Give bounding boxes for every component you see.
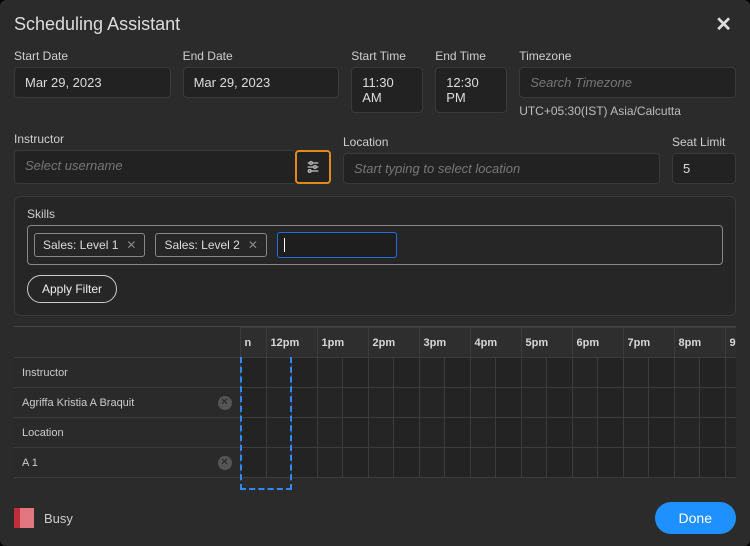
- close-icon[interactable]: ✕: [711, 15, 736, 35]
- grid-row-header: Instructor: [14, 358, 240, 388]
- start-time-label: Start Time: [351, 49, 423, 63]
- legend-busy: Busy: [14, 508, 73, 528]
- scheduling-assistant-modal: Scheduling Assistant ✕ Start Date Mar 29…: [0, 0, 750, 546]
- skill-chip-input[interactable]: [277, 232, 397, 258]
- availability-grid[interactable]: n12pm1pm2pm3pm4pm5pm6pm7pm8pm9pmInstruct…: [14, 326, 736, 490]
- apply-filter-button[interactable]: Apply Filter: [27, 275, 117, 303]
- start-time-input[interactable]: 11:30 AM: [351, 67, 423, 113]
- done-button[interactable]: Done: [655, 502, 736, 534]
- location-label: Location: [343, 135, 660, 149]
- seat-limit-label: Seat Limit: [672, 135, 736, 149]
- start-date-input[interactable]: Mar 29, 2023: [14, 67, 171, 98]
- grid-row-header: A 1✕: [14, 448, 240, 478]
- seat-limit-input[interactable]: 5: [672, 153, 736, 184]
- chip-remove-icon[interactable]: ✕: [126, 238, 136, 252]
- end-time-input[interactable]: 12:30 PM: [435, 67, 507, 113]
- chip-remove-icon[interactable]: ✕: [248, 238, 258, 252]
- end-date-input[interactable]: Mar 29, 2023: [183, 67, 340, 98]
- instructor-label: Instructor: [14, 132, 331, 146]
- skill-chip[interactable]: Sales: Level 2✕: [155, 233, 266, 257]
- skills-chip-bar[interactable]: Sales: Level 1✕ Sales: Level 2✕: [27, 225, 723, 265]
- grid-row-header: Agriffa Kristia A Braquit✕: [14, 388, 240, 418]
- skills-filter-panel: Skills Sales: Level 1✕ Sales: Level 2✕ Ap…: [14, 196, 736, 316]
- skills-label: Skills: [27, 207, 723, 221]
- timezone-input[interactable]: Search Timezone: [519, 67, 736, 98]
- grid-row-header: Location: [14, 418, 240, 448]
- skill-chip[interactable]: Sales: Level 1✕: [34, 233, 145, 257]
- timezone-label: Timezone: [519, 49, 736, 63]
- instructor-filter-button[interactable]: [295, 150, 331, 184]
- timezone-hint: UTC+05:30(IST) Asia/Calcutta: [519, 104, 736, 118]
- location-input[interactable]: Start typing to select location: [343, 153, 660, 184]
- instructor-input[interactable]: Select username: [14, 150, 295, 184]
- start-date-label: Start Date: [14, 49, 171, 63]
- sliders-icon: [305, 159, 321, 175]
- remove-row-icon[interactable]: ✕: [218, 456, 232, 470]
- remove-row-icon[interactable]: ✕: [218, 396, 232, 410]
- end-date-label: End Date: [183, 49, 340, 63]
- busy-swatch: [14, 508, 34, 528]
- end-time-label: End Time: [435, 49, 507, 63]
- page-title: Scheduling Assistant: [14, 14, 180, 35]
